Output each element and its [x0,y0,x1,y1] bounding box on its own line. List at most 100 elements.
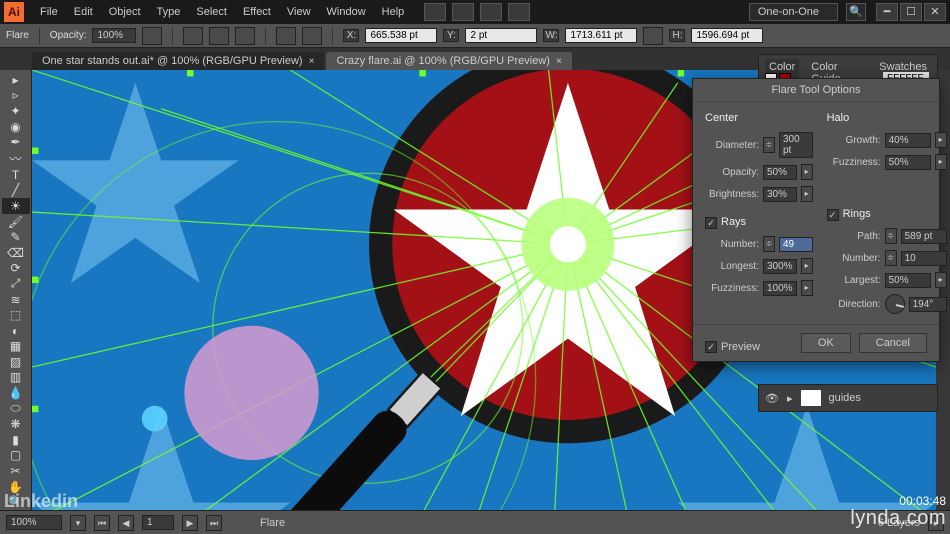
lasso-tool[interactable]: ◉ [2,119,30,135]
workspace-dropdown[interactable]: One-on-One [749,3,838,21]
x-field[interactable]: 665.538 pt [365,28,437,43]
selection-tool[interactable]: ▸ [2,72,30,88]
magic-wand-tool[interactable]: ✦ [2,103,30,119]
type-tool[interactable]: T [2,167,30,183]
scale-tool[interactable]: ⤢ [2,276,30,292]
artboard-tool[interactable]: ▢ [2,448,30,464]
style-icon-2[interactable] [209,27,229,45]
perspective-tool[interactable]: ▦ [2,339,30,355]
largest-field[interactable]: 50% [885,273,931,288]
brightness-field[interactable]: 30% [763,187,797,202]
zoom-dropdown-icon[interactable]: ▾ [70,515,86,531]
align-icon[interactable] [276,27,296,45]
artboard-field[interactable]: 1 [142,515,174,530]
preview-checkbox[interactable]: ✓ [705,341,717,353]
minimize-button[interactable]: ━ [876,3,898,21]
menu-file[interactable]: File [32,6,66,18]
nav-next-icon[interactable]: ▶ [182,515,198,531]
recolor-icon[interactable] [235,27,255,45]
zoom-field[interactable]: 100% [6,515,62,530]
slice-tool[interactable]: ✂ [2,463,30,479]
slider-icon[interactable]: ▸ [935,272,947,288]
opacity-dropdown-icon[interactable] [142,27,162,45]
rays-checkbox[interactable]: ✓ [705,217,717,229]
search-icon[interactable]: 🔍 [846,3,866,21]
maximize-button[interactable]: ☐ [900,3,922,21]
path-field[interactable]: 589 pt [901,229,947,244]
flare-tool[interactable]: ☀ [2,198,30,214]
gradient-tool[interactable]: ▥ [2,370,30,386]
slider-icon[interactable]: ▸ [801,258,813,274]
layout-icon[interactable] [424,3,446,21]
longest-field[interactable]: 300% [763,259,797,274]
link-wh-icon[interactable] [643,27,663,45]
slider-icon[interactable]: ▸ [801,186,813,202]
menu-effect[interactable]: Effect [235,6,279,18]
symbol-sprayer-tool[interactable]: ❋ [2,416,30,432]
opacity-field[interactable]: 100% [92,28,136,43]
h-field[interactable]: 1596.694 pt [691,28,763,43]
rotate-tool[interactable]: ⟳ [2,261,30,277]
menu-window[interactable]: Window [319,6,374,18]
bridge-icon[interactable] [480,3,502,21]
y-field[interactable]: 2 pt [465,28,537,43]
width-tool[interactable]: ≋ [2,292,30,308]
ok-button[interactable]: OK [801,333,851,353]
transform-icon[interactable] [302,27,322,45]
rays-fuzziness-field[interactable]: 100% [763,281,797,296]
rays-number-field[interactable]: 49 [779,237,813,252]
arrange-icon[interactable] [452,3,474,21]
tab-doc-1[interactable]: One star stands out.ai* @ 100% (RGB/GPU … [32,52,324,70]
close-icon[interactable]: × [556,56,562,67]
slider-icon[interactable]: ▸ [935,154,947,170]
menu-select[interactable]: Select [188,6,235,18]
style-icon-1[interactable] [183,27,203,45]
close-button[interactable]: ✕ [924,3,946,21]
stepper-icon[interactable]: ≑ [885,250,897,266]
close-icon[interactable]: × [309,56,315,67]
paintbrush-tool[interactable]: 🖌 [2,214,30,230]
menu-object[interactable]: Object [101,6,149,18]
menu-help[interactable]: Help [374,6,413,18]
nav-last-icon[interactable]: ⏭ [206,515,222,531]
mesh-tool[interactable]: ▨ [2,354,30,370]
direct-selection-tool[interactable]: ▹ [2,88,30,104]
slider-icon[interactable]: ▸ [801,164,813,180]
stepper-icon[interactable]: ≑ [763,236,775,252]
stepper-icon[interactable]: ≑ [885,228,897,244]
free-transform-tool[interactable]: ⬚ [2,307,30,323]
column-graph-tool[interactable]: ▮ [2,432,30,448]
menu-type[interactable]: Type [149,6,189,18]
line-tool[interactable]: ╱ [2,183,30,199]
halo-fuzziness-field[interactable]: 50% [885,155,931,170]
stock-icon[interactable] [508,3,530,21]
rings-checkbox[interactable]: ✓ [827,209,839,221]
curvature-tool[interactable]: 〰 [2,150,30,167]
nav-first-icon[interactable]: ⏮ [94,515,110,531]
direction-dial[interactable] [885,294,905,314]
slider-icon[interactable]: ▸ [801,280,813,296]
center-opacity-field[interactable]: 50% [763,165,797,180]
tab-doc-2[interactable]: Crazy flare.ai @ 100% (RGB/GPU Preview) … [326,52,571,70]
stepper-icon[interactable]: ≑ [763,137,775,153]
w-field[interactable]: 1713.611 pt [565,28,637,43]
eraser-tool[interactable]: ⌫ [2,245,30,261]
direction-field[interactable]: 194° [909,297,947,312]
layer-name[interactable]: guides [829,392,861,404]
diameter-field[interactable]: 300 pt [779,132,813,158]
eyedropper-tool[interactable]: 💧 [2,385,30,401]
nav-prev-icon[interactable]: ◀ [118,515,134,531]
cancel-button[interactable]: Cancel [859,333,927,353]
blend-tool[interactable]: ⬭ [2,401,30,417]
pencil-tool[interactable]: ✎ [2,229,30,245]
layers-row[interactable]: 👁 ▸ guides [758,384,938,412]
menu-edit[interactable]: Edit [66,6,101,18]
shape-builder-tool[interactable]: ◐ [2,323,30,339]
visibility-icon[interactable]: 👁 [765,392,779,405]
expand-icon[interactable]: ▸ [787,392,793,405]
growth-field[interactable]: 40% [885,133,931,148]
rings-number-field[interactable]: 10 [901,251,947,266]
menu-view[interactable]: View [279,6,319,18]
slider-icon[interactable]: ▸ [935,132,947,148]
pen-tool[interactable]: ✒ [2,134,30,150]
